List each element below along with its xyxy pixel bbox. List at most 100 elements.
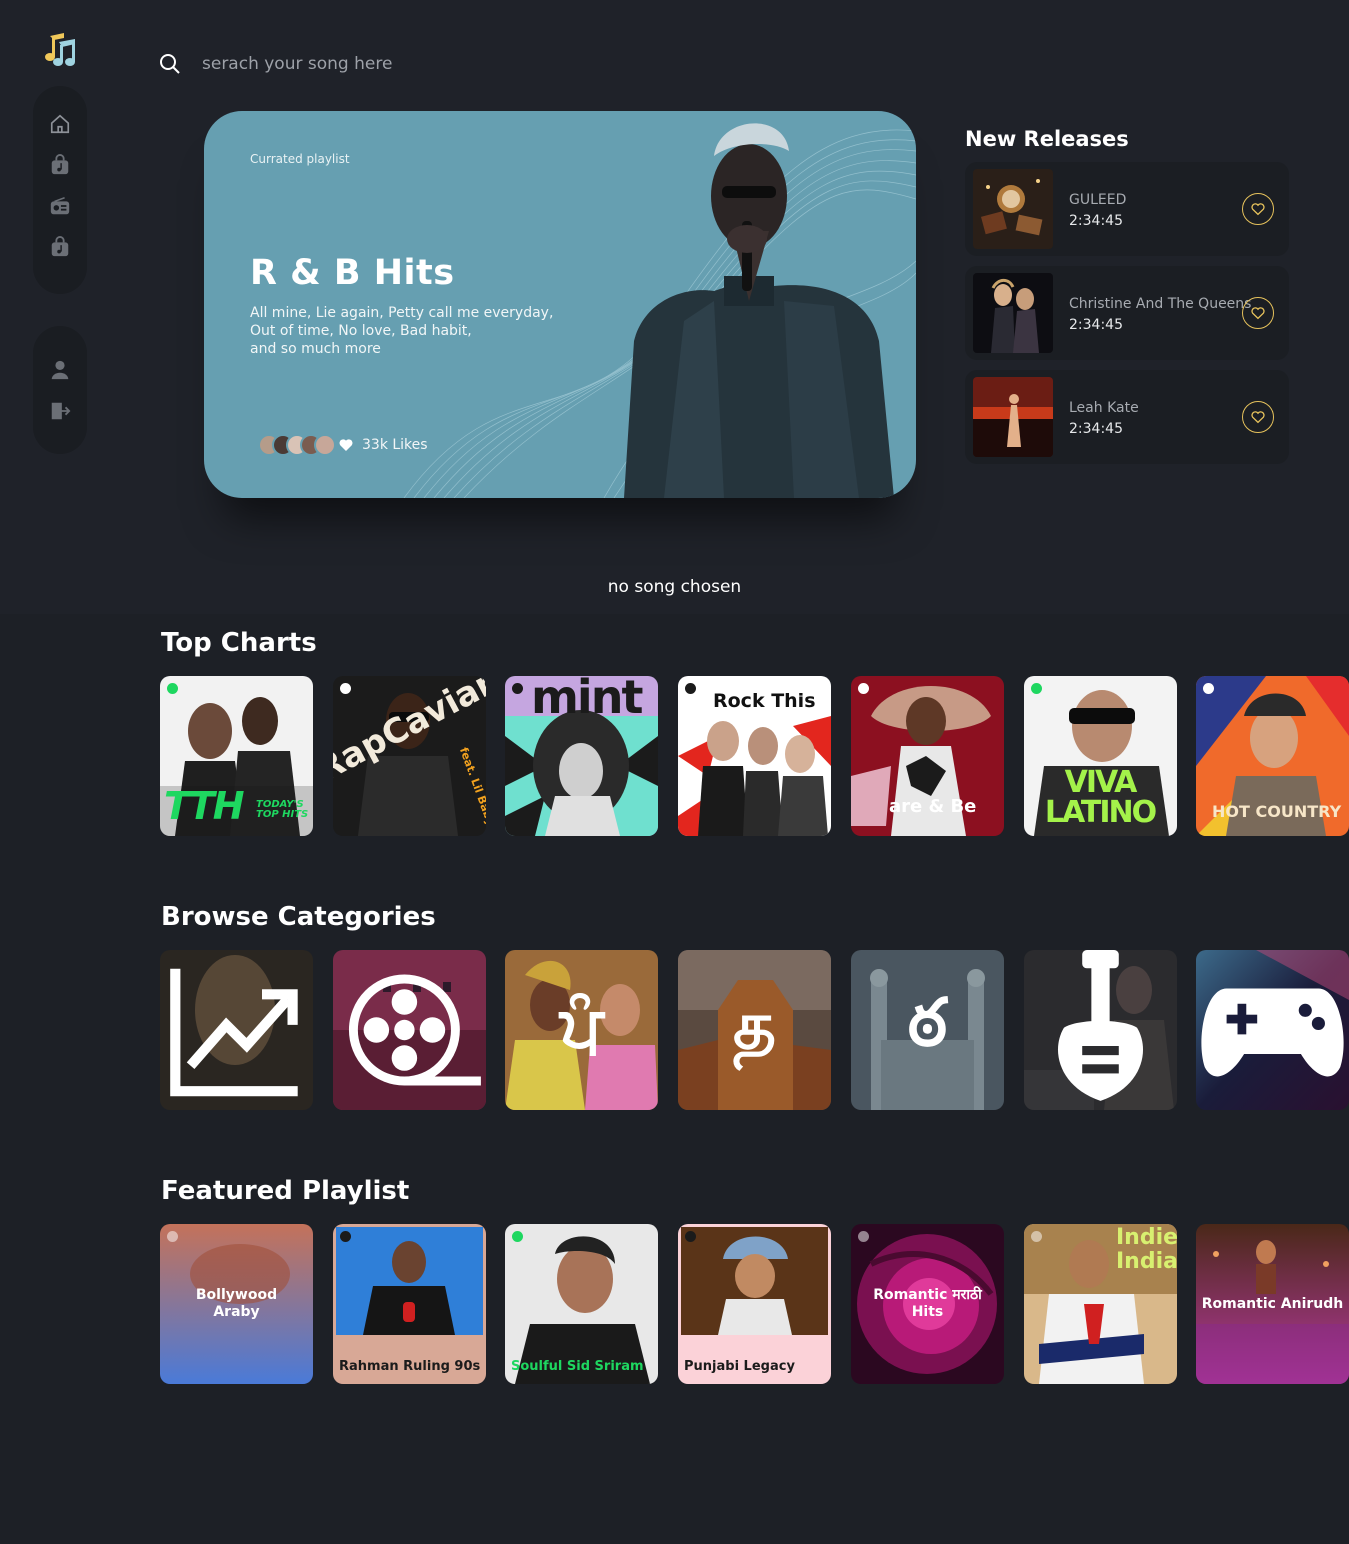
logout-icon[interactable] xyxy=(47,399,73,423)
tile-label: are & Be xyxy=(889,796,977,817)
tile-label: Indie India xyxy=(1116,1225,1177,1274)
tile-label: Punjabi Legacy xyxy=(684,1359,795,1374)
spotify-icon xyxy=(1031,1231,1042,1242)
hero-description-line: Out of time, No love, Bad habit, xyxy=(250,323,472,339)
category-glyph: ਪੰ xyxy=(560,990,603,1068)
release-item[interactable]: Christine And The Queens 2:34:45 xyxy=(965,266,1289,360)
favorite-button[interactable] xyxy=(1242,401,1274,433)
top-charts-title: Top Charts xyxy=(161,628,317,658)
category-tile[interactable] xyxy=(1024,950,1177,1110)
favorite-button[interactable] xyxy=(1242,297,1274,329)
spotify-icon xyxy=(512,683,523,694)
playlist-tile[interactable]: Punjabi Legacy xyxy=(678,1224,831,1384)
spotify-icon xyxy=(1031,683,1042,694)
category-tile[interactable]: ਪੰ xyxy=(505,950,658,1110)
chart-tile[interactable]: HOT COUNTRY xyxy=(1196,676,1349,836)
playlist-tile[interactable]: Romantic मराठी Hits xyxy=(851,1224,1004,1384)
release-duration: 2:34:45 xyxy=(1069,213,1123,229)
hero-description-line: All mine, Lie again, Petty call me every… xyxy=(250,305,554,321)
category-glyph: த xyxy=(733,987,776,1064)
sidebar-main-nav xyxy=(33,86,87,294)
film-reel-icon xyxy=(333,950,486,1110)
avatar xyxy=(314,434,336,456)
chart-tile[interactable]: VIVA LATINO xyxy=(1024,676,1177,836)
heart-outline-icon xyxy=(1251,203,1265,216)
release-duration: 2:34:45 xyxy=(1069,421,1123,437)
likes-count: 33k Likes xyxy=(338,437,428,453)
tile-label: VIVA LATINO xyxy=(1044,765,1157,830)
release-artist: Leah Kate xyxy=(1069,400,1139,416)
category-tile[interactable]: ఠ xyxy=(851,950,1004,1110)
search-input[interactable] xyxy=(202,54,522,74)
category-glyph: ఠ xyxy=(907,983,948,1061)
heart-outline-icon xyxy=(1251,307,1265,320)
top-charts-row: TTH TODAY'S TOP HITS RapCaviar feat. Lil… xyxy=(160,676,1349,836)
tile-label: TTH xyxy=(164,784,245,828)
heart-outline-icon xyxy=(1251,411,1265,424)
featured-playlist-title: Featured Playlist xyxy=(161,1176,410,1206)
release-cover xyxy=(973,273,1053,353)
category-tile[interactable] xyxy=(1196,950,1349,1110)
spotify-icon xyxy=(858,1231,869,1242)
electric-guitar-icon xyxy=(1024,950,1177,1110)
spotify-icon xyxy=(340,1231,351,1242)
sidebar-account-nav xyxy=(33,326,87,454)
tile-label: Rock This xyxy=(713,690,816,712)
playlist-tile[interactable]: Romantic Anirudh xyxy=(1196,1224,1349,1384)
playlist-tile[interactable]: Indie India xyxy=(1024,1224,1177,1384)
chart-tile[interactable]: TTH TODAY'S TOP HITS xyxy=(160,676,313,836)
search-bar xyxy=(158,52,522,76)
tile-label: Romantic मराठी Hits xyxy=(873,1287,982,1320)
spotify-icon xyxy=(685,683,696,694)
favorite-button[interactable] xyxy=(1242,193,1274,225)
new-releases-title: New Releases xyxy=(965,127,1129,151)
release-item[interactable]: GULEED 2:34:45 xyxy=(965,162,1289,256)
release-cover xyxy=(973,377,1053,457)
spotify-icon xyxy=(167,1231,178,1242)
browse-categories-row: ਪੰ த ఠ xyxy=(160,950,1349,1110)
tile-label: Soulful Sid Sriram xyxy=(511,1359,644,1374)
tile-label: Bollywood Araby xyxy=(195,1287,278,1320)
category-tile[interactable] xyxy=(333,950,486,1110)
trending-chart-icon xyxy=(160,950,313,1110)
spotify-icon xyxy=(685,1231,696,1242)
hero-playlist-card[interactable]: Currated playlist R & B Hits All mine, L… xyxy=(204,111,916,498)
singer-photo xyxy=(624,123,894,498)
category-tile[interactable]: த xyxy=(678,950,831,1110)
music-bag-icon[interactable] xyxy=(47,235,73,259)
hero-description: All mine, Lie again, Petty call me every… xyxy=(250,304,580,358)
chart-tile[interactable]: are & Be xyxy=(851,676,1004,836)
likes-label: 33k Likes xyxy=(362,437,428,453)
release-artist: Christine And The Queens xyxy=(1069,296,1252,312)
music-note-icon[interactable] xyxy=(42,30,80,68)
hero-kicker: Currated playlist xyxy=(250,152,350,166)
category-tile[interactable] xyxy=(160,950,313,1110)
tile-label: Romantic Anirudh xyxy=(1201,1296,1344,1312)
heart-icon[interactable] xyxy=(338,437,354,453)
chart-tile[interactable]: RapCaviar feat. Lil Baby xyxy=(333,676,486,836)
tile-sublabel: TODAY'S TOP HITS xyxy=(256,799,309,820)
browse-categories-title: Browse Categories xyxy=(161,902,436,932)
user-icon[interactable] xyxy=(47,358,73,382)
release-item[interactable]: Leah Kate 2:34:45 xyxy=(965,370,1289,464)
tile-label: mint xyxy=(531,676,643,724)
home-icon[interactable] xyxy=(47,112,73,136)
release-cover xyxy=(973,169,1053,249)
gamepad-icon xyxy=(1196,950,1349,1110)
search-icon[interactable] xyxy=(158,52,182,76)
playlist-tile[interactable]: Rahman Ruling 90s xyxy=(333,1224,486,1384)
hero-title: R & B Hits xyxy=(250,253,455,293)
chart-tile[interactable]: mint xyxy=(505,676,658,836)
tile-label: Rahman Ruling 90s xyxy=(339,1359,481,1374)
chart-tile[interactable]: Rock This xyxy=(678,676,831,836)
spotify-icon xyxy=(167,683,178,694)
playlist-tile[interactable]: Bollywood Araby xyxy=(160,1224,313,1384)
spotify-icon xyxy=(1203,683,1214,694)
spotify-icon xyxy=(512,1231,523,1242)
spotify-icon xyxy=(340,683,351,694)
playlist-tile[interactable]: Soulful Sid Sriram xyxy=(505,1224,658,1384)
radio-icon[interactable] xyxy=(47,194,73,218)
listener-avatars xyxy=(258,434,336,456)
release-duration: 2:34:45 xyxy=(1069,317,1123,333)
music-bag-icon[interactable] xyxy=(47,153,73,177)
